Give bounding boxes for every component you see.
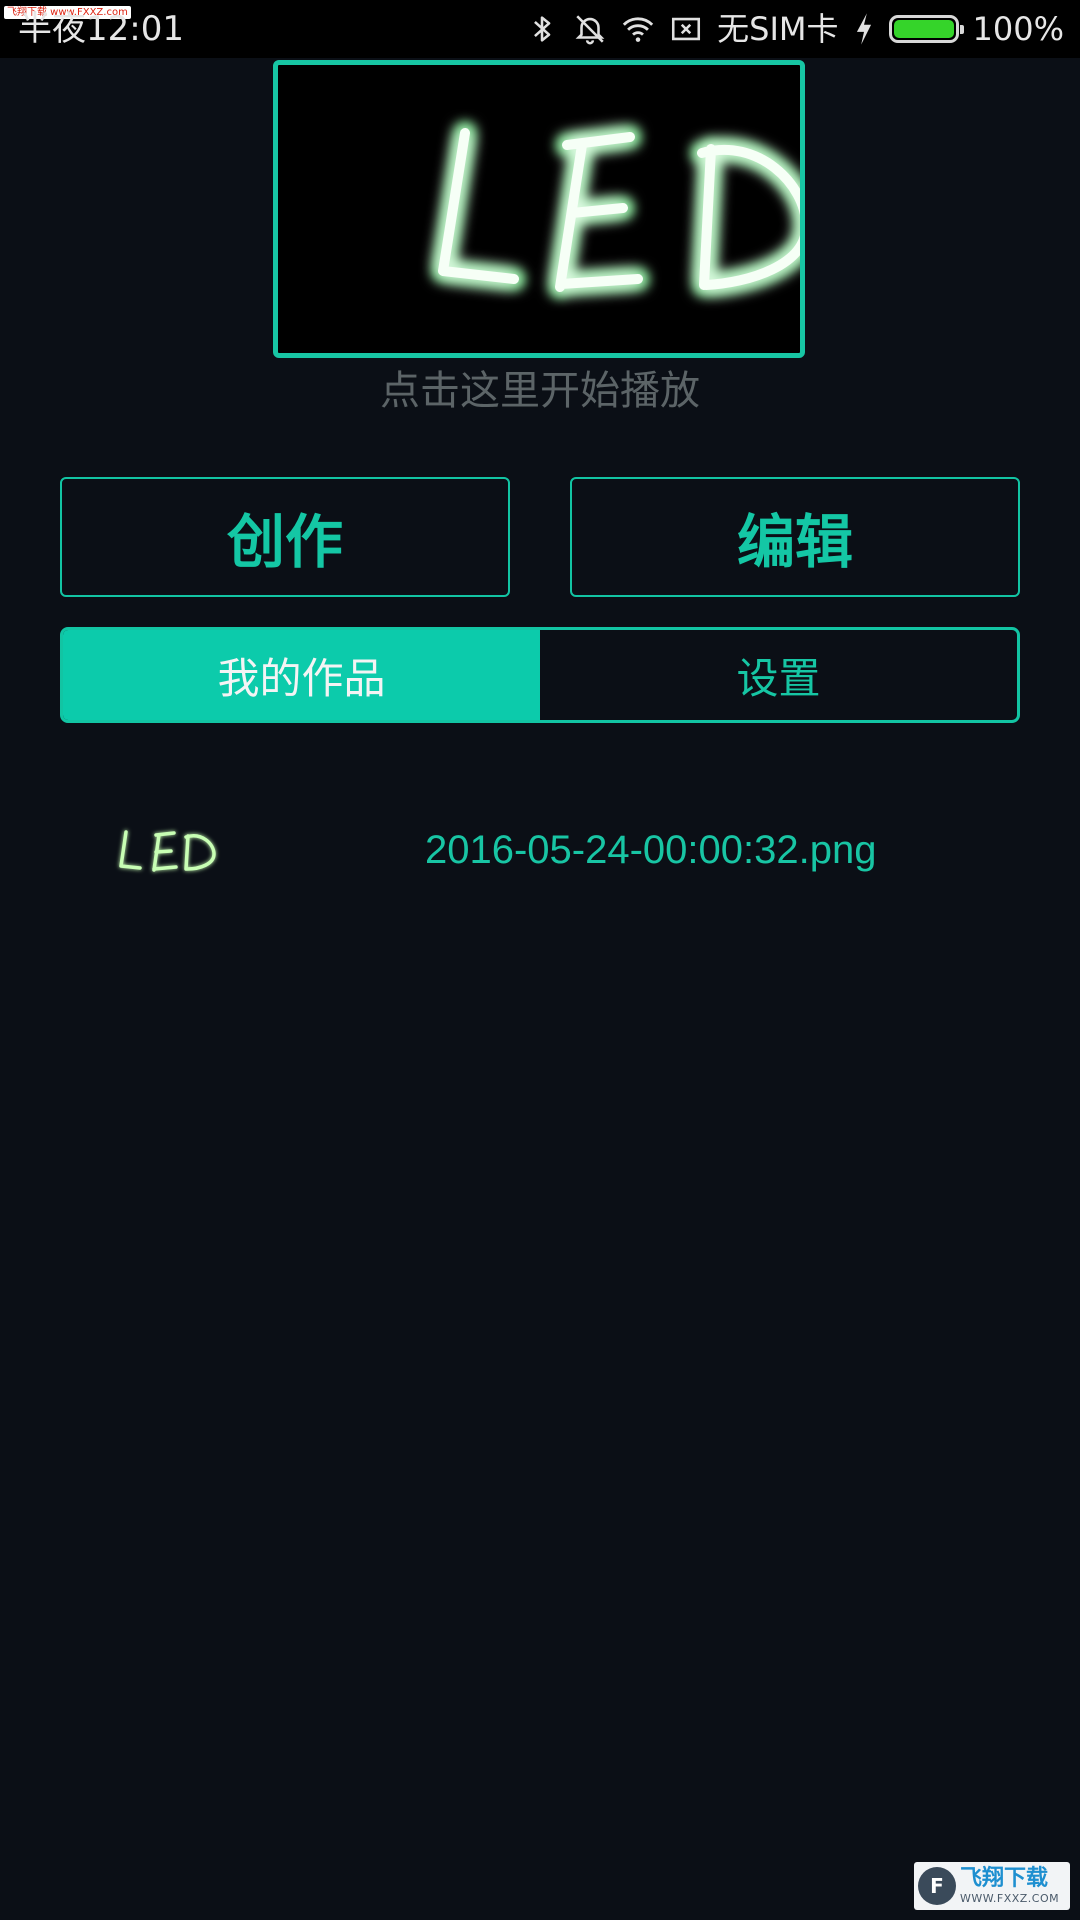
battery-level-fill — [893, 20, 954, 38]
status-icons: 无SIM卡 100% — [525, 8, 1064, 50]
play-hint[interactable]: 点击这里开始播放 — [0, 358, 1080, 424]
vibrate-off-icon — [575, 15, 605, 45]
tab-settings[interactable]: 设置 — [540, 630, 1017, 720]
bluetooth-icon — [534, 16, 551, 42]
charging-icon — [856, 13, 871, 45]
battery-icon — [888, 15, 964, 43]
create-button[interactable]: 创作 — [60, 477, 510, 597]
work-thumbnail — [119, 830, 216, 872]
status-time: 半夜12:01 — [18, 9, 184, 49]
wifi-icon — [622, 17, 654, 42]
led-preview-canvas — [432, 122, 800, 298]
status-bar: 飞翔下载 www.FXXZ.com 半夜12:01 无SIM卡 100% — [0, 0, 1080, 58]
watermark-logo-icon: F — [918, 1867, 956, 1905]
watermark-url: WWW.FXXZ.COM — [960, 1892, 1060, 1905]
led-preview[interactable] — [273, 60, 805, 358]
watermark-text: 飞翔下载 WWW.FXXZ.COM — [960, 1866, 1060, 1905]
carrier-label: 无SIM卡 — [717, 10, 839, 48]
work-filename: 2016-05-24-00:00:32.png — [425, 827, 877, 872]
edit-button[interactable]: 编辑 — [570, 477, 1020, 597]
watermark-title: 飞翔下载 — [960, 1866, 1049, 1891]
no-sim-icon — [672, 17, 701, 41]
list-item[interactable]: 2016-05-24-00:00:32.png — [60, 800, 1020, 900]
watermark-badge: F 飞翔下载 WWW.FXXZ.COM — [914, 1862, 1070, 1910]
led-letters — [432, 122, 800, 298]
battery-percent: 100% — [972, 10, 1064, 48]
tab-bar: 我的作品 设置 — [60, 627, 1020, 723]
tab-my-works[interactable]: 我的作品 — [63, 630, 540, 720]
